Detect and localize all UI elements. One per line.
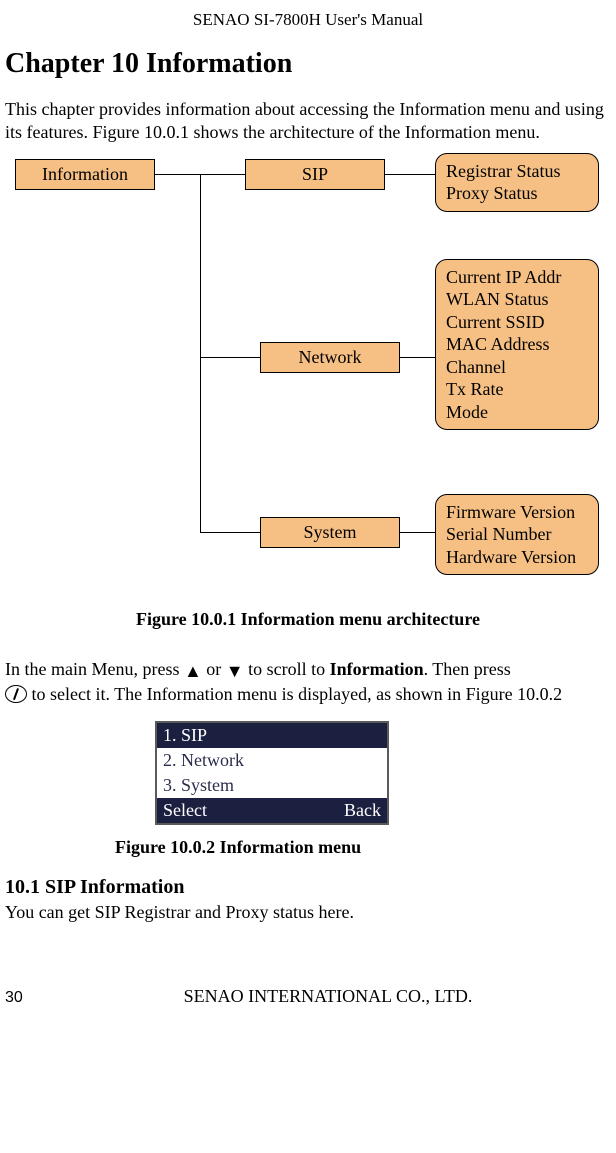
diagram-leaf-item: Tx Rate	[446, 378, 588, 401]
figure-caption-2: Figure 10.0.2 Information menu	[5, 837, 611, 858]
phone-softkeys: Select Back	[157, 798, 387, 823]
navigation-paragraph: In the main Menu, press ▲ or ▼ to scroll…	[5, 658, 611, 707]
diagram-node-system: System	[260, 517, 400, 548]
diagram-connector	[200, 532, 260, 533]
diagram-leaf-system: Firmware Version Serial Number Hardware …	[435, 494, 599, 576]
footer-org: SENAO INTERNATIONAL CO., LTD.	[45, 986, 611, 1007]
diagram-node-information: Information	[15, 159, 155, 190]
text-fragment: or	[202, 659, 226, 679]
diagram-node-network: Network	[260, 342, 400, 373]
chapter-title: Chapter 10 Information	[5, 48, 611, 80]
info-architecture-diagram: Information SIP Registrar Status Proxy S…	[5, 159, 605, 579]
diagram-leaf-item: Firmware Version	[446, 501, 588, 524]
diagram-connector	[385, 174, 435, 175]
section-title-10-1: 10.1 SIP Information	[5, 876, 611, 899]
diagram-leaf-item: Mode	[446, 401, 588, 424]
text-fragment: . Then press	[424, 659, 511, 679]
select-key-icon	[5, 685, 27, 703]
section-body-10-1: You can get SIP Registrar and Proxy stat…	[5, 901, 611, 924]
softkey-right: Back	[344, 800, 381, 821]
phone-menu-figure: 1. SIP 2. Network 3. System Select Back	[5, 721, 611, 825]
diagram-connector	[200, 174, 201, 532]
intro-paragraph: This chapter provides information about …	[5, 98, 611, 145]
running-head: SENAO SI-7800H User's Manual	[5, 10, 611, 30]
diagram-connector	[200, 357, 260, 358]
text-bold: Information	[330, 659, 424, 679]
triangle-down-icon: ▼	[226, 660, 244, 683]
diagram-connector	[200, 174, 245, 175]
diagram-connector	[400, 357, 435, 358]
diagram-connector	[155, 174, 200, 175]
page: SENAO SI-7800H User's Manual Chapter 10 …	[0, 0, 616, 1027]
diagram-leaf-item: MAC Address	[446, 333, 588, 356]
page-number: 30	[5, 989, 45, 1007]
phone-screen: 1. SIP 2. Network 3. System Select Back	[155, 721, 389, 825]
diagram-leaf-item: Channel	[446, 356, 588, 379]
diagram-leaf-item: Current SSID	[446, 311, 588, 334]
diagram-leaf-network: Current IP Addr WLAN Status Current SSID…	[435, 259, 599, 431]
figure-caption-1: Figure 10.0.1 Information menu architect…	[5, 609, 611, 630]
diagram-leaf-item: Serial Number	[446, 523, 588, 546]
diagram-leaf-item: Current IP Addr	[446, 266, 588, 289]
phone-menu-item-selected: 1. SIP	[157, 723, 387, 748]
text-fragment: to select it. The Information menu is di…	[27, 684, 562, 704]
diagram-connector	[400, 532, 435, 533]
text-fragment: to scroll to	[244, 659, 330, 679]
phone-menu-item: 2. Network	[157, 748, 387, 773]
diagram-leaf-item: Hardware Version	[446, 546, 588, 569]
triangle-up-icon: ▲	[184, 660, 202, 683]
diagram-node-sip: SIP	[245, 159, 385, 190]
diagram-leaf-sip: Registrar Status Proxy Status	[435, 153, 599, 212]
phone-menu-item: 3. System	[157, 773, 387, 798]
diagram-leaf-item: Registrar Status	[446, 160, 588, 183]
page-footer: 30 SENAO INTERNATIONAL CO., LTD.	[5, 986, 611, 1007]
diagram-leaf-item: Proxy Status	[446, 182, 588, 205]
diagram-leaf-item: WLAN Status	[446, 288, 588, 311]
softkey-left: Select	[163, 800, 207, 821]
text-fragment: In the main Menu, press	[5, 659, 184, 679]
